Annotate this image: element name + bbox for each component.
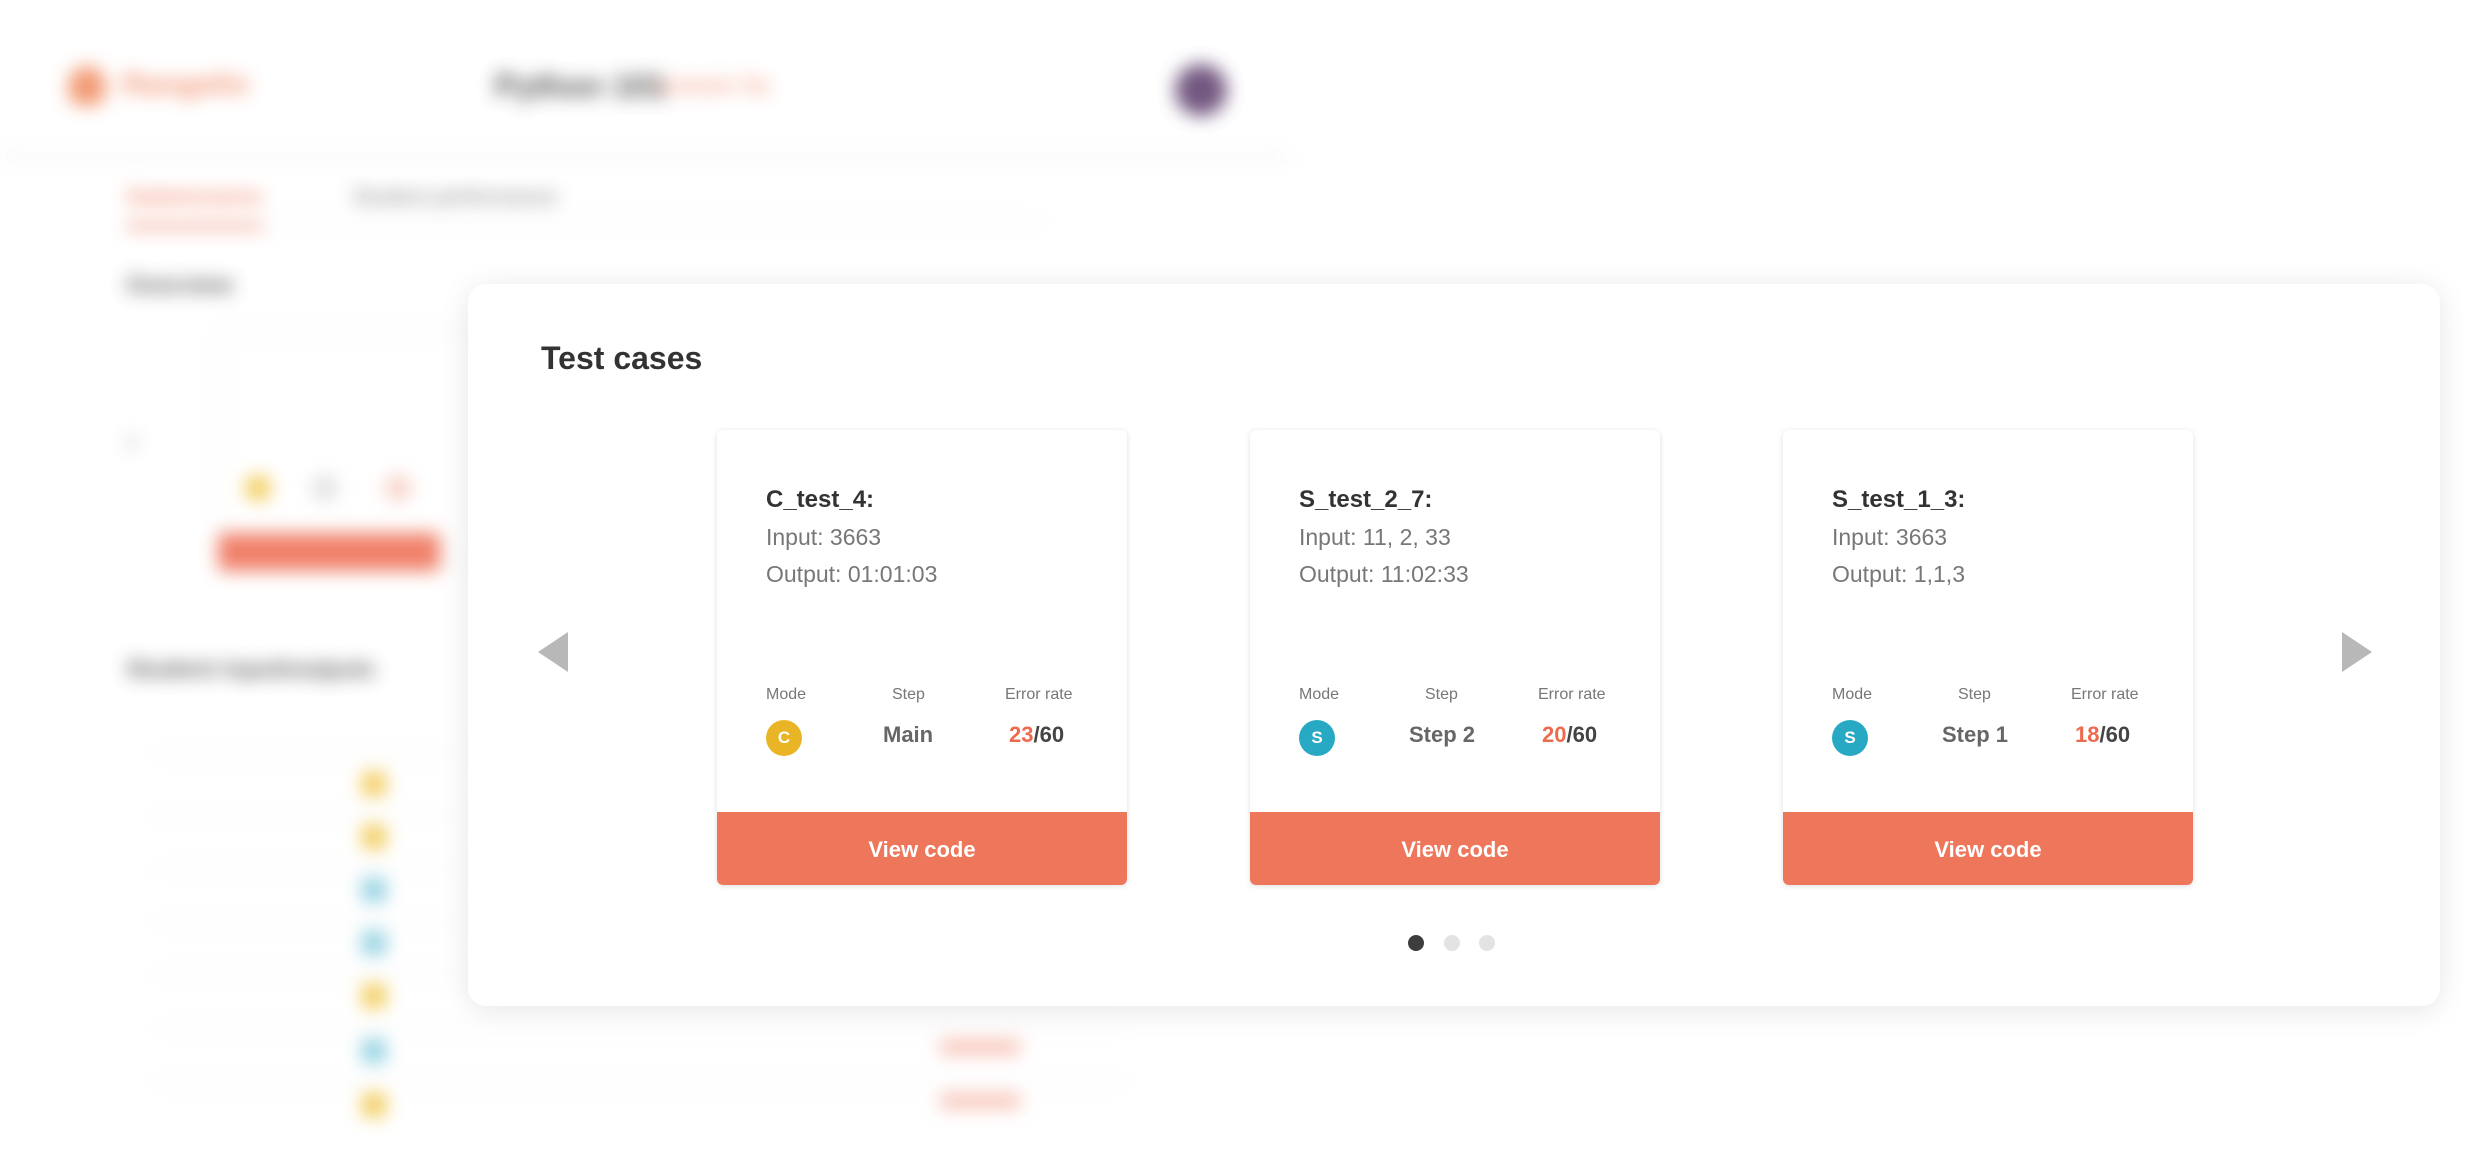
test-case-input: Input: 3663 <box>766 524 882 550</box>
error-rate-value: 20/60 <box>1542 722 1597 748</box>
step-value: Main <box>883 722 934 747</box>
row-chip <box>362 1093 386 1117</box>
error-rate-label: Error rate <box>1538 686 1606 703</box>
test-case-name: S_test_1_3: <box>1832 486 1966 513</box>
view-code-button[interactable]: View code <box>1783 812 2193 885</box>
mode-badge: S <box>1832 720 1868 756</box>
row-chip <box>362 878 386 902</box>
mode-label: Mode <box>766 686 807 703</box>
error-total: /60 <box>1033 722 1065 747</box>
tabs-divider <box>126 222 1046 224</box>
mode-label: Mode <box>1832 686 1873 703</box>
step-label: Step <box>1958 686 1991 703</box>
carousel-prev-arrow-icon[interactable] <box>538 632 568 672</box>
test-case-card: C_test_4: Input: 3663 Output: 01:01:03 M… <box>717 430 1127 885</box>
error-count: 18 <box>2075 722 2100 747</box>
test-case-input: Input: 11, 2, 33 <box>1299 524 1451 550</box>
side-number: 2 <box>126 432 138 454</box>
mini-badge-error <box>385 475 411 501</box>
row-chip <box>362 931 386 955</box>
mini-view-button <box>218 533 440 571</box>
error-count: 20 <box>1542 722 1567 747</box>
test-case-name: C_test_4: <box>766 486 875 513</box>
view-code-button[interactable]: View code <box>1250 812 1660 885</box>
row-error-marker <box>940 1094 1020 1108</box>
mode-badge: C <box>766 720 802 756</box>
top-bar: Rangelin Python 101 Lesson 5a <box>0 0 1290 158</box>
row-error-marker <box>940 1040 1020 1054</box>
table-row <box>150 1027 1130 1029</box>
error-rate-label: Error rate <box>1005 686 1073 703</box>
section-title-io: Student input/outputs <box>126 656 376 683</box>
test-case-output: Output: 11:02:33 <box>1299 561 1469 587</box>
tab-student-performance: Student performance <box>352 184 558 209</box>
overview-card <box>218 330 482 564</box>
course-tag: Lesson 5a <box>658 72 769 99</box>
error-total: /60 <box>1566 722 1598 747</box>
carousel-next-arrow-icon[interactable] <box>2342 632 2372 672</box>
test-case-card: S_test_1_3: Input: 3663 Output: 1,1,3 Mo… <box>1783 430 2193 885</box>
error-total: /60 <box>2099 722 2131 747</box>
carousel-pagination <box>1408 935 1528 955</box>
table-row <box>150 1081 1130 1083</box>
row-chip <box>362 1039 386 1063</box>
mini-badge-c <box>245 475 271 501</box>
section-title-overview: Overview <box>126 272 233 299</box>
test-case-input: Input: 3663 <box>1832 524 1948 550</box>
logo-text: Rangelin <box>122 68 249 101</box>
test-case-card: S_test_2_7: Input: 11, 2, 33 Output: 11:… <box>1250 430 1660 885</box>
course-title: Python 101 <box>495 68 666 104</box>
row-chip <box>362 772 386 796</box>
modal-title: Test cases <box>541 340 703 376</box>
test-case-output: Output: 01:01:03 <box>766 561 938 587</box>
test-case-name: S_test_2_7: <box>1299 486 1433 513</box>
view-code-button[interactable]: View code <box>717 812 1127 885</box>
mode-label: Mode <box>1299 686 1340 703</box>
error-rate-value: 23/60 <box>1009 722 1064 748</box>
error-rate-value: 18/60 <box>2075 722 2130 748</box>
step-value: Step 1 <box>1942 722 2009 747</box>
pagination-dot[interactable] <box>1444 935 1460 951</box>
test-cases-modal: Test cases C_test_4: Input: 3663 Output:… <box>468 284 2440 1006</box>
step-value: Step 2 <box>1409 722 1476 747</box>
error-count: 23 <box>1009 722 1034 747</box>
row-chip <box>362 984 386 1008</box>
mini-badge-step <box>312 475 338 501</box>
pagination-dot[interactable] <box>1479 935 1495 951</box>
avatar <box>1175 64 1227 116</box>
step-label: Step <box>1425 686 1458 703</box>
step-label: Step <box>892 686 925 703</box>
row-chip <box>362 825 386 849</box>
mode-badge: S <box>1299 720 1335 756</box>
error-rate-label: Error rate <box>2071 686 2139 703</box>
test-case-output: Output: 1,1,3 <box>1832 561 1965 587</box>
logo-icon <box>68 66 106 106</box>
pagination-dot[interactable] <box>1408 935 1424 951</box>
